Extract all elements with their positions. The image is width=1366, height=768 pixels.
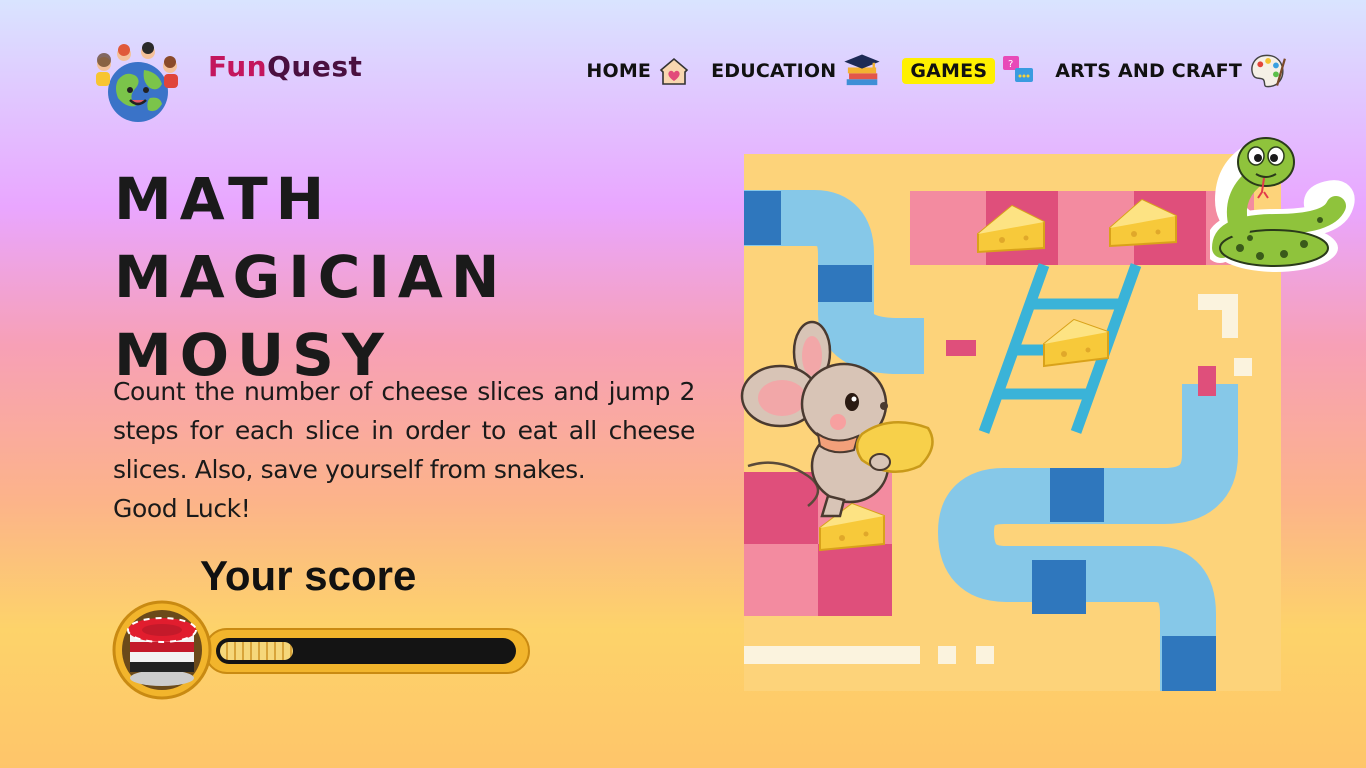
nav-item-label: EDUCATION bbox=[711, 60, 837, 82]
paint-palette-icon bbox=[1251, 54, 1286, 88]
pink-tiles-top bbox=[910, 191, 1254, 265]
nav-item-label: ARTS AND CRAFT bbox=[1055, 60, 1242, 82]
path-dark-tile bbox=[1032, 560, 1086, 614]
graduation-books-icon bbox=[844, 54, 881, 86]
svg-text:?: ? bbox=[1008, 59, 1013, 70]
globe-kids-icon bbox=[96, 42, 178, 122]
score-label: Your score bbox=[200, 552, 417, 599]
chat-bubbles-icon: ? bbox=[1003, 56, 1034, 82]
game-title-line1: MATH MAGICIAN bbox=[114, 165, 508, 311]
brand-name-part1: Fun bbox=[208, 50, 268, 83]
nav-item-education[interactable]: EDUCATION bbox=[711, 51, 882, 91]
house-heart-icon bbox=[659, 57, 689, 85]
nav-item-label: HOME bbox=[586, 60, 652, 82]
snake-icon[interactable] bbox=[1210, 130, 1355, 280]
instructions-text: Count the number of cheese slices and ju… bbox=[113, 377, 695, 484]
main-nav: HOME EDUCATION GAMES ? ARTS AND CRAFT bbox=[566, 46, 1286, 96]
path-dark-tile bbox=[1050, 468, 1104, 522]
mouse-icon[interactable] bbox=[738, 316, 948, 526]
game-title: MATH MAGICIAN MOUSY bbox=[114, 160, 734, 394]
nav-item-label: GAMES bbox=[902, 58, 996, 84]
poker-chips-icon bbox=[112, 600, 212, 700]
score-meter bbox=[112, 600, 542, 700]
path-end-mark bbox=[1198, 366, 1216, 396]
brand-name: FunQuest bbox=[208, 50, 362, 83]
path-end-mark bbox=[946, 340, 976, 356]
path-dark-tile bbox=[1162, 636, 1216, 691]
brand-logo[interactable]: FunQuest bbox=[84, 24, 364, 124]
good-luck-text: Good Luck! bbox=[113, 494, 251, 523]
score-bar-fill bbox=[220, 642, 293, 660]
nav-item-games[interactable]: GAMES ? bbox=[902, 54, 1035, 88]
score-bar-inner bbox=[216, 638, 516, 664]
nav-item-home[interactable]: HOME bbox=[586, 54, 691, 88]
path-dark-tile bbox=[818, 265, 872, 302]
nav-item-arts-and-craft[interactable]: ARTS AND CRAFT bbox=[1055, 52, 1286, 90]
score-bar-track bbox=[204, 628, 530, 674]
path-dark-tile bbox=[744, 191, 781, 245]
brand-name-part2: Quest bbox=[267, 50, 363, 83]
game-instructions: Count the number of cheese slices and ju… bbox=[113, 372, 695, 528]
